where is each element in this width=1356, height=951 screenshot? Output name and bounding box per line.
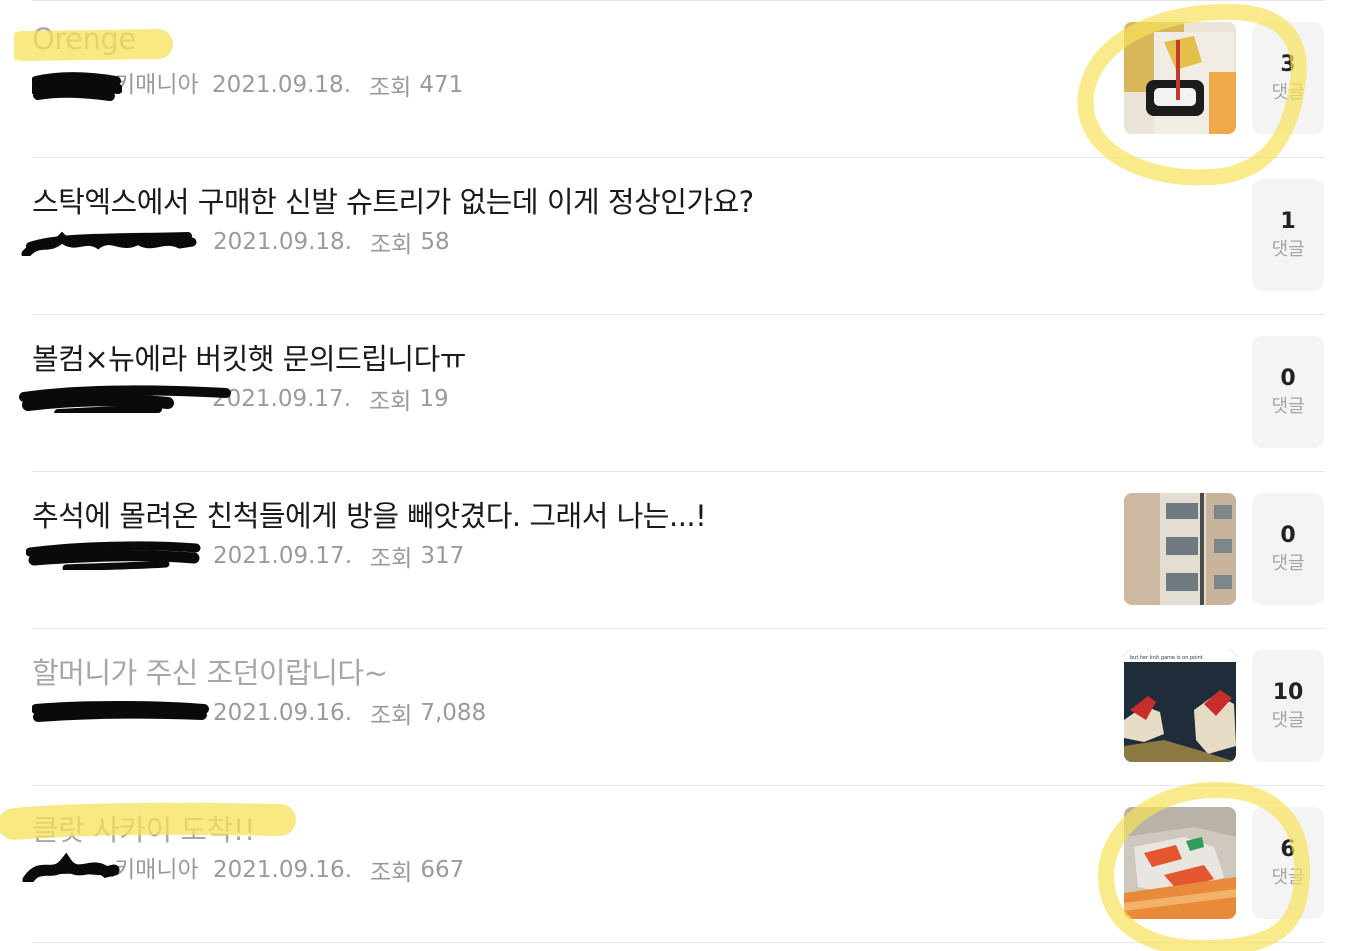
post-date: 2021.09.17. xyxy=(212,386,351,412)
comment-label: 댓글 xyxy=(1271,867,1305,888)
redaction-mark xyxy=(21,231,197,256)
post-thumbnail[interactable] xyxy=(1124,22,1236,134)
sneakers-photo-image: but her knit game is on point xyxy=(1124,650,1236,762)
post-thumbnail[interactable] xyxy=(1124,807,1236,919)
thumb-caption: but her knit game is on point xyxy=(1130,655,1203,661)
author-name xyxy=(21,226,199,258)
post-date: 2021.09.18. xyxy=(212,72,351,98)
comment-count-box[interactable]: 0 댓글 xyxy=(1252,336,1324,448)
post-thumbnail[interactable] xyxy=(1124,493,1236,605)
comment-label: 댓글 xyxy=(1271,396,1305,417)
author-name xyxy=(19,383,231,415)
redaction-mark xyxy=(26,541,201,570)
post-title[interactable]: 볼컴×뉴에라 버킷햇 문의드립니다ㅠ xyxy=(32,336,466,378)
post-title[interactable]: 추석에 몰려온 친척들에게 방을 빼앗겼다. 그래서 나는...! xyxy=(32,493,707,535)
comment-count: 0 xyxy=(1280,523,1296,548)
post-title[interactable]: Orenge xyxy=(32,22,136,56)
shoes-box-photo-image xyxy=(1124,807,1236,919)
author-name: 키매니아 xyxy=(32,69,199,101)
author-name: 키매니아 xyxy=(22,852,199,886)
post-meta: 2021.09.17. 조회 19 xyxy=(19,383,449,415)
post-title[interactable]: 클랏 사카이 도착!! xyxy=(32,807,255,849)
post-meta: 2021.09.18. 조회 58 xyxy=(21,226,450,258)
redaction-mark xyxy=(32,701,209,722)
post-date: 2021.09.17. xyxy=(213,543,352,569)
shirt-photo-image xyxy=(1124,22,1236,134)
redaction-mark xyxy=(19,385,231,413)
post-item[interactable]: 할머니가 주신 조던이랍니다~ 2021.09.16. 조회 7,088 but… xyxy=(0,628,1356,785)
comment-count: 1 xyxy=(1280,209,1296,234)
comment-count: 3 xyxy=(1280,52,1296,77)
comment-count: 10 xyxy=(1272,680,1304,705)
views-count: 19 xyxy=(419,386,449,412)
comment-count-box[interactable]: 10 댓글 xyxy=(1252,650,1324,762)
views-label: 조회 xyxy=(370,232,413,258)
comment-count: 6 xyxy=(1280,837,1296,862)
views-count: 667 xyxy=(420,857,465,883)
author-name xyxy=(32,697,209,729)
comment-label: 댓글 xyxy=(1271,710,1305,731)
post-date: 2021.09.18. xyxy=(213,229,352,255)
post-title[interactable]: 할머니가 주신 조던이랍니다~ xyxy=(32,650,388,692)
comment-count-box[interactable]: 3 댓글 xyxy=(1252,22,1324,134)
post-item[interactable]: 스탁엑스에서 구매한 신발 슈트리가 없는데 이게 정상인가요? 2021.09… xyxy=(0,157,1356,314)
views-count: 317 xyxy=(420,543,465,569)
comment-count-box[interactable]: 6 댓글 xyxy=(1252,807,1324,919)
redaction-mark xyxy=(22,852,120,882)
post-item[interactable]: Orenge 키매니아 2021.09.18. 조회 471 3 댓글 xyxy=(0,0,1356,157)
divider xyxy=(32,942,1324,943)
views-count: 58 xyxy=(420,229,450,255)
views-label: 조회 xyxy=(369,389,412,415)
comment-count-box[interactable]: 0 댓글 xyxy=(1252,493,1324,605)
comment-label: 댓글 xyxy=(1271,82,1305,103)
views-count: 471 xyxy=(419,72,464,98)
post-meta: 2021.09.17. 조회 317 xyxy=(26,540,465,572)
author-name xyxy=(26,540,201,572)
post-thumbnail[interactable]: but her knit game is on point xyxy=(1124,650,1236,762)
post-meta: 키매니아 2021.09.16. 조회 667 xyxy=(22,852,465,886)
views-label: 조회 xyxy=(370,860,413,886)
post-date: 2021.09.16. xyxy=(213,857,352,883)
building-photo-image xyxy=(1124,493,1236,605)
comment-label: 댓글 xyxy=(1271,553,1305,574)
post-date: 2021.09.16. xyxy=(213,700,352,726)
post-meta: 2021.09.16. 조회 7,088 xyxy=(32,697,486,729)
post-title[interactable]: 스탁엑스에서 구매한 신발 슈트리가 없는데 이게 정상인가요? xyxy=(32,179,754,221)
views-label: 조회 xyxy=(370,546,413,572)
views-count: 7,088 xyxy=(420,700,487,726)
post-meta: 키매니아 2021.09.18. 조회 471 xyxy=(32,69,463,101)
comment-count: 0 xyxy=(1280,366,1296,391)
post-item[interactable]: 볼컴×뉴에라 버킷햇 문의드립니다ㅠ 2021.09.17. 조회 19 0 댓… xyxy=(0,314,1356,471)
post-item[interactable]: 클랏 사카이 도착!! 키매니아 2021.09.16. 조회 667 6 댓글 xyxy=(0,785,1356,942)
comment-count-box[interactable]: 1 댓글 xyxy=(1252,179,1324,291)
comment-label: 댓글 xyxy=(1271,239,1305,260)
views-label: 조회 xyxy=(370,703,413,729)
redaction-mark xyxy=(32,72,122,101)
views-label: 조회 xyxy=(369,75,412,101)
post-item[interactable]: 추석에 몰려온 친척들에게 방을 빼앗겼다. 그래서 나는...! 2021.0… xyxy=(0,471,1356,628)
